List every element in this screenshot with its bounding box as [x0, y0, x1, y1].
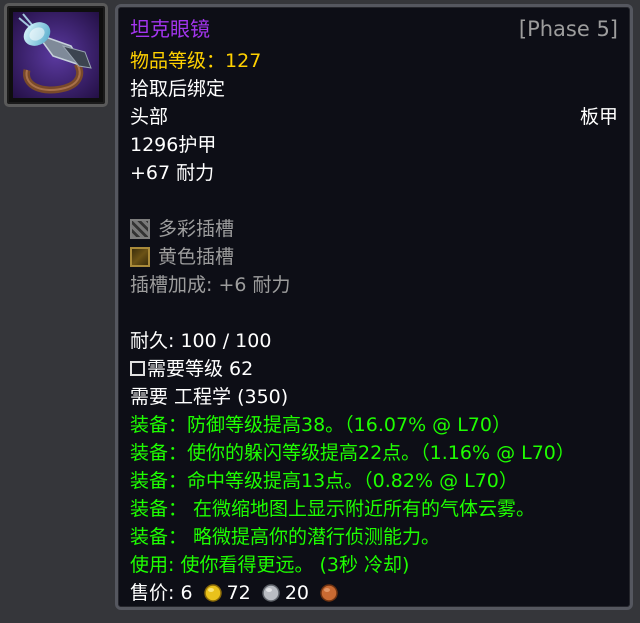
use-effect-line: 使用: 使你看得更远。 (3秒 冷却): [130, 554, 410, 576]
yellow-socket-icon: [130, 247, 150, 267]
armor-type-text: 板甲: [579, 106, 618, 128]
sell-price-label: 售价:: [130, 582, 181, 604]
copper-amount: 20: [284, 582, 310, 604]
silver-amount: 72: [226, 582, 251, 604]
item-tooltip: 坦克眼镜 [Phase 5] 物品等级：127 拾取后绑定 头部 板甲 1296…: [115, 4, 633, 610]
copper-coin-icon: [320, 584, 338, 602]
required-profession-text: 需要 工程学 (350): [130, 386, 289, 408]
required-level-row: 需要等级 62: [130, 355, 618, 383]
effect-line: 装备：命中等级提高13点。（0.82% @ L70）: [130, 470, 518, 492]
stamina-stat: +67 耐力: [130, 162, 215, 184]
item-icon-frame[interactable]: [4, 3, 108, 107]
effect-line: 装备： 略微提高你的潜行侦测能力。: [130, 526, 441, 548]
yellow-socket-row: 黄色插槽: [130, 243, 618, 271]
durability-text: 耐久: 100 / 100: [130, 330, 272, 352]
gold-amount: 6: [180, 582, 193, 604]
binding-text: 拾取后绑定: [130, 78, 226, 100]
checkbox-icon: [130, 361, 145, 376]
item-level-row: 物品等级：127: [130, 47, 618, 75]
silver-coin-icon: [262, 584, 280, 602]
gold-coin-icon: [203, 584, 222, 602]
meta-socket-row: 多彩插槽: [130, 215, 618, 243]
goggles-icon: [13, 12, 99, 98]
item-level-value: 127: [225, 50, 262, 72]
meta-socket-label: 多彩插槽: [158, 218, 235, 240]
meta-socket-icon: [130, 219, 150, 239]
sell-price-row: 售价: 6 72 20: [130, 579, 618, 607]
effect-line: 装备： 在微缩地图上显示附近所有的气体云雾。: [130, 498, 536, 520]
required-level-text: 需要等级 62: [147, 358, 254, 380]
item-level-label: 物品等级：: [130, 50, 226, 72]
phase-label: [Phase 5]: [518, 17, 618, 41]
socket-bonus: 插槽加成: +6 耐力: [130, 274, 291, 296]
effect-line: 装备：防御等级提高38。（16.07% @ L70）: [130, 414, 511, 436]
slot-text: 头部: [130, 106, 169, 128]
yellow-socket-label: 黄色插槽: [158, 246, 235, 268]
slot-row: 头部 板甲: [130, 103, 618, 131]
armor-text: 1296护甲: [130, 134, 217, 156]
effect-line: 装备：使你的躲闪等级提高22点。（1.16% @ L70）: [130, 442, 575, 464]
